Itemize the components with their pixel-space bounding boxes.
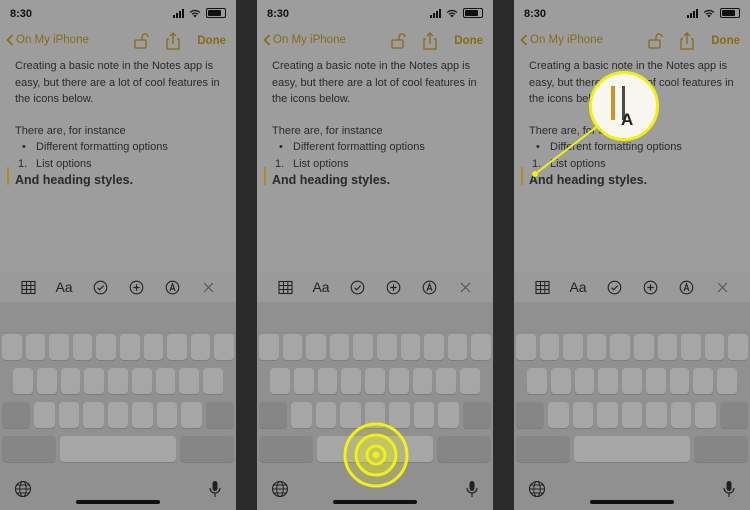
cursor-magnifier: A <box>589 71 659 141</box>
magnified-cursor <box>611 86 615 120</box>
magnified-text: A <box>621 110 634 129</box>
tutorial-composite: 8:30 On My iPhone Done Creating a basic … <box>0 0 750 510</box>
